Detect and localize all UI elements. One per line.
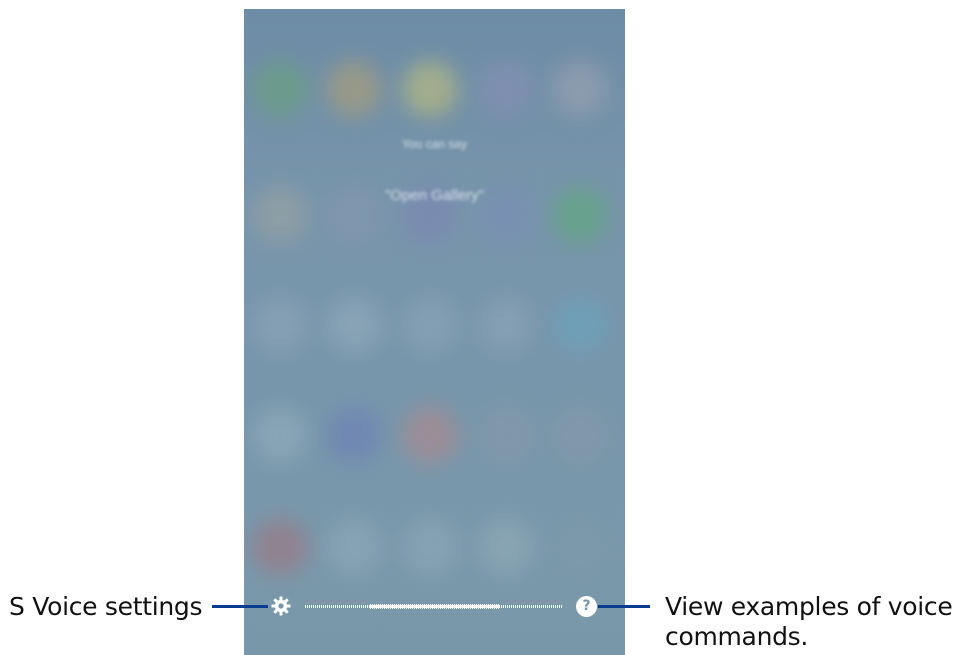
blurred-app-icon [478,61,534,117]
s-voice-screen: You can say "Open Gallery" [244,9,625,655]
blurred-app-icon [326,407,382,463]
voice-hint-intro: You can say [402,137,467,151]
blurred-app-icon [252,407,308,463]
examples-callout-label-line1: View examples of voice [665,592,953,621]
blurred-app-icon [552,519,608,575]
voice-waveform-peak [370,604,500,609]
settings-callout-label: S Voice settings [9,592,203,621]
blurred-app-icon [402,297,458,353]
blurred-app-icon [552,61,608,117]
examples-callout-line [598,605,650,608]
blurred-app-icon [252,519,308,575]
blurred-app-icon [252,297,308,353]
question-circle-icon[interactable]: ? [576,596,597,617]
blurred-app-icon [402,519,458,575]
blurred-app-icon [326,61,382,117]
gear-icon-graphic [271,596,291,616]
gear-icon[interactable] [271,596,291,616]
blurred-app-icon [478,407,534,463]
blurred-app-icon [402,61,458,117]
blurred-app-background [244,9,625,655]
instruction-figure: You can say "Open Gallery" ? S Voice set… [0,0,957,655]
blurred-app-icon [552,407,608,463]
blurred-app-icon [252,61,308,117]
blurred-app-icon [326,297,382,353]
blurred-app-icon [552,297,608,353]
blurred-app-icon [326,519,382,575]
settings-callout-line [212,605,268,608]
blurred-app-icon [478,297,534,353]
voice-hint-example: "Open Gallery" [384,187,485,204]
blurred-app-icon [402,407,458,463]
examples-callout-label: View examples of voice commands. [665,592,953,652]
examples-callout-label-line2: commands. [665,622,809,651]
blurred-app-icon [478,519,534,575]
